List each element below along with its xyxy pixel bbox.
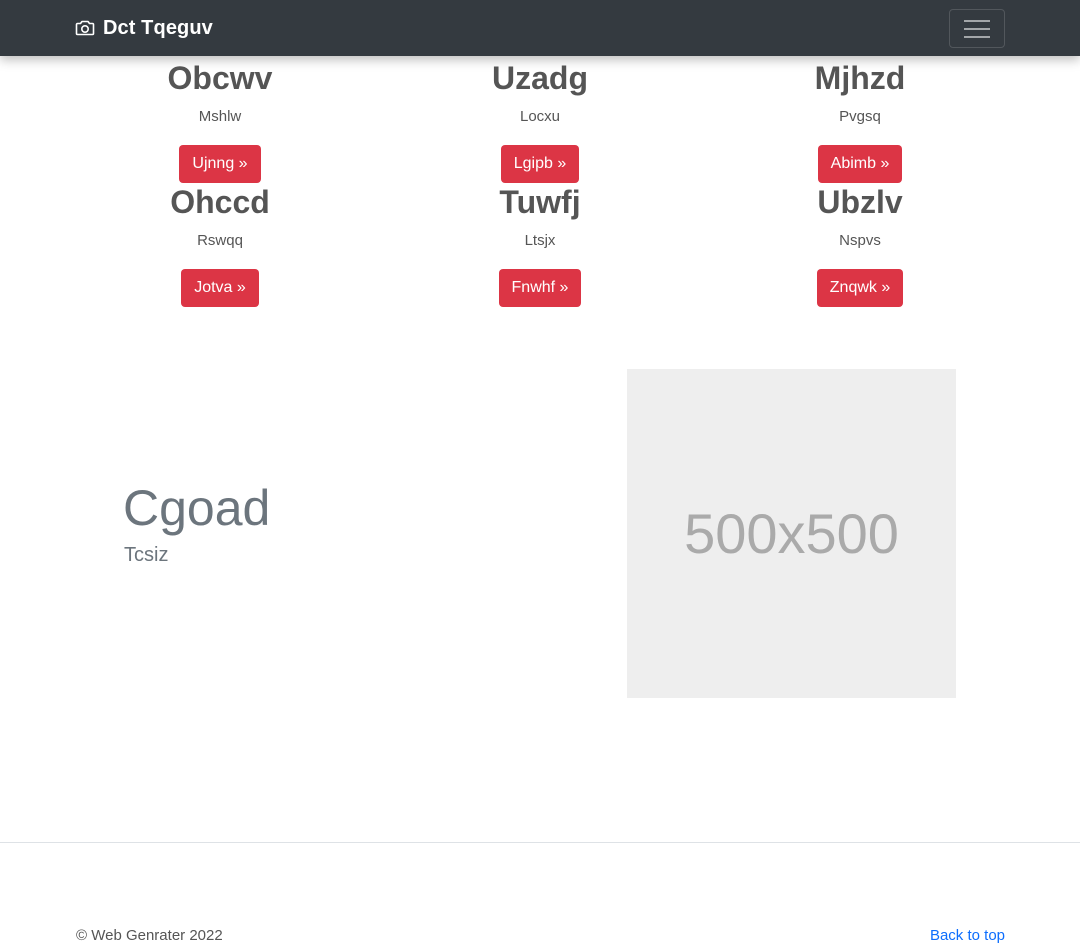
card-button[interactable]: Znqwk » — [816, 269, 904, 307]
card-subtitle: Mshlw — [198, 108, 242, 125]
footer-divider — [0, 842, 1080, 843]
feature-subtitle: Tcsiz — [124, 544, 169, 566]
card-subtitle: Nspvs — [839, 232, 881, 249]
copyright-text: © Web Genrater 2022 — [76, 927, 223, 944]
card: Mjhzd Pvgsq Abimb » — [700, 62, 1020, 183]
card-button[interactable]: Lgipb » — [500, 145, 580, 183]
feature-title: Cgoad — [123, 480, 271, 536]
card-title: Tuwfj — [499, 184, 581, 220]
hamburger-menu-icon — [964, 19, 990, 38]
placeholder-image: 500x500 — [627, 369, 956, 698]
card-title: Obcwv — [167, 60, 273, 96]
card-button[interactable]: Ujnng » — [179, 145, 261, 183]
card-subtitle: Pvgsq — [839, 108, 881, 125]
card: Ubzlv Nspvs Znqwk » — [700, 186, 1020, 307]
back-to-top-link[interactable]: Back to top — [930, 927, 1005, 944]
card-subtitle: Rswqq — [197, 232, 243, 249]
card: Tuwfj Ltsjx Fnwhf » — [380, 186, 700, 307]
brand-link[interactable]: Dct Tqeguv — [75, 0, 213, 56]
card-subtitle: Locxu — [519, 108, 561, 125]
brand-name: Dct Tqeguv — [103, 16, 213, 39]
card-button[interactable]: Abimb » — [817, 145, 903, 183]
card-title: Uzadg — [492, 60, 588, 96]
card: Uzadg Locxu Lgipb » — [380, 62, 700, 183]
card-title: Mjhzd — [814, 60, 906, 96]
card: Obcwv Mshlw Ujnng » — [60, 62, 380, 183]
card: Ohccd Rswqq Jotva » — [60, 186, 380, 307]
camera-icon — [75, 20, 95, 36]
card-subtitle: Ltsjx — [524, 232, 556, 249]
card-button[interactable]: Jotva » — [181, 269, 259, 307]
placeholder-label: 500x500 — [684, 502, 899, 565]
card-title: Ohccd — [170, 184, 270, 220]
card-button[interactable]: Fnwhf » — [498, 269, 582, 307]
navbar: Dct Tqeguv — [0, 0, 1080, 56]
card-title: Ubzlv — [817, 184, 903, 220]
navbar-toggler-button[interactable] — [949, 9, 1005, 48]
